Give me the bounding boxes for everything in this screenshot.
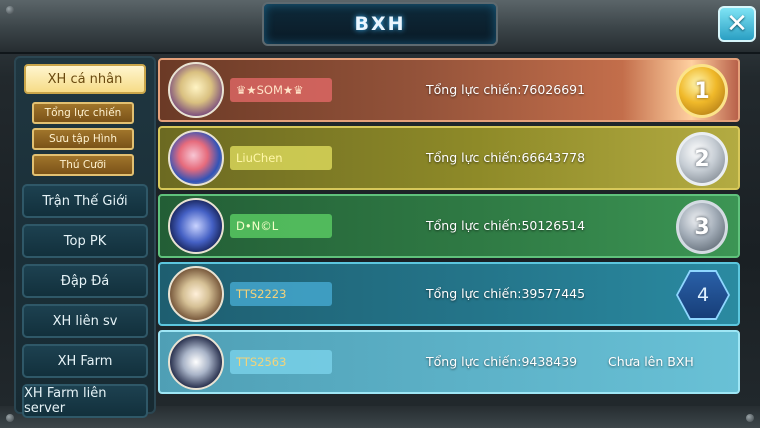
subtab-collection[interactable]: Sưu tập Hình [32, 128, 134, 150]
total-power: Tổng lực chiến:39577445 [426, 286, 586, 301]
avatar [168, 334, 224, 390]
rank-status: Chưa lên BXH [608, 354, 694, 369]
tab-farm-cross-server[interactable]: XH Farm liên server [22, 384, 148, 418]
close-x-icon: ✕ [726, 9, 748, 39]
player-name: ♛★SOM★♛ [230, 78, 332, 102]
frame-bolt [746, 414, 754, 422]
rank-number: 3 [694, 214, 710, 240]
subtab-total-power[interactable]: Tổng lực chiến [32, 102, 134, 124]
ranking-row[interactable]: D•N©L Tổng lực chiến:50126514 3 [158, 194, 740, 258]
ranking-row[interactable]: ♛★SOM★♛ Tổng lực chiến:76026691 1 [158, 58, 740, 122]
player-name: TTS2563 [230, 350, 332, 374]
tab-top-pk[interactable]: Top PK [22, 224, 148, 258]
avatar [168, 198, 224, 254]
ranking-row[interactable]: LiuChen Tổng lực chiến:66643778 2 [158, 126, 740, 190]
rank-number: 1 [694, 78, 710, 104]
subtab-mount[interactable]: Thú Cưỡi [32, 154, 134, 176]
player-name: D•N©L [230, 214, 332, 238]
tab-personal-ranking[interactable]: XH cá nhân [24, 64, 146, 94]
avatar [168, 62, 224, 118]
ranking-row[interactable]: TTS2223 Tổng lực chiến:39577445 4 [158, 262, 740, 326]
player-name: LiuChen [230, 146, 332, 170]
rank-number: 4 [696, 284, 710, 306]
frame-bolt [6, 414, 14, 422]
bronze-medal-icon: 3 [676, 200, 728, 254]
title-plate: BXH [262, 2, 498, 46]
avatar [168, 130, 224, 186]
tab-world-battle[interactable]: Trận Thế Giới [22, 184, 148, 218]
silver-medal-icon: 2 [676, 132, 728, 186]
frame-bolt [6, 6, 14, 14]
my-ranking-row[interactable]: TTS2563 Tổng lực chiến:9438439 Chưa lên … [158, 330, 740, 394]
player-name: TTS2223 [230, 282, 332, 306]
tab-farm-ranking[interactable]: XH Farm [22, 344, 148, 378]
total-power: Tổng lực chiến:66643778 [426, 150, 586, 165]
close-button[interactable]: ✕ [718, 6, 756, 42]
gold-medal-icon: 1 [676, 64, 728, 118]
total-power: Tổng lực chiến:9438439 [426, 354, 578, 369]
tab-smash-stone[interactable]: Đập Đá [22, 264, 148, 298]
page-title: BXH [354, 13, 406, 35]
rank-number: 2 [694, 146, 710, 172]
total-power: Tổng lực chiến:50126514 [426, 218, 586, 233]
tab-cross-server-ranking[interactable]: XH liên sv [22, 304, 148, 338]
total-power: Tổng lực chiến:76026691 [426, 82, 586, 97]
avatar [168, 266, 224, 322]
